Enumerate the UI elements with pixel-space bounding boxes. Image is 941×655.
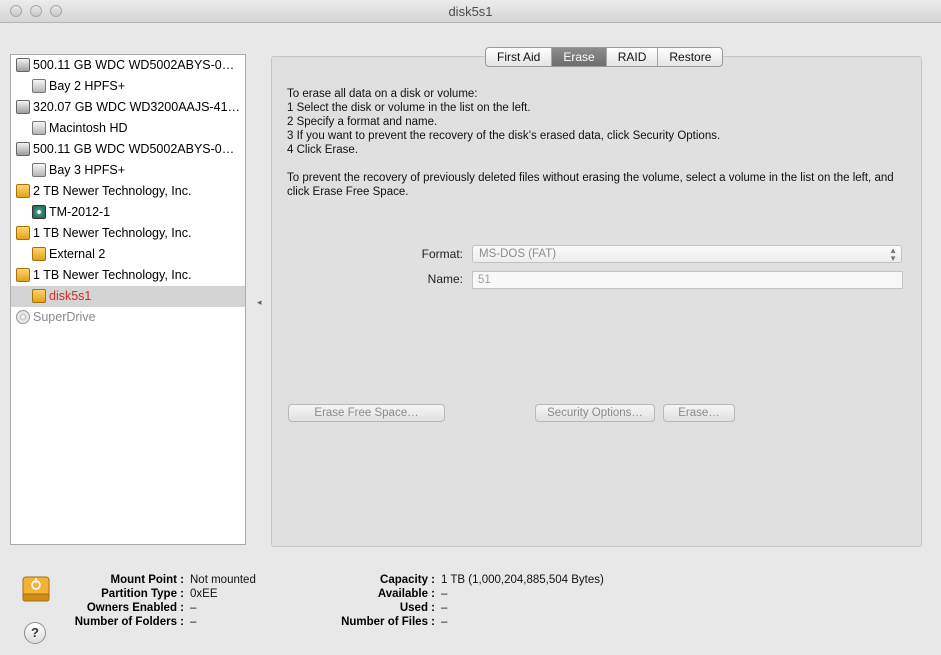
sidebar-item-external-2[interactable]: External 2 (11, 244, 245, 265)
name-field[interactable]: 51 (472, 271, 903, 289)
sidebar-item-label: 1 TB Newer Technology, Inc. (33, 226, 192, 240)
sidebar-item-disk-5[interactable]: 1 TB Newer Technology, Inc. (11, 223, 245, 244)
info-key: Capacity : (380, 574, 435, 586)
info-value: 1 TB (1,000,204,885,504 Bytes) (441, 574, 604, 586)
format-value: MS-DOS (FAT) (479, 248, 557, 260)
instruction-line: 2 Specify a format and name. (287, 116, 438, 128)
volume-icon (32, 121, 46, 135)
sidebar-item-label: Bay 2 HPFS+ (49, 79, 126, 93)
sidebar-item-label: External 2 (49, 247, 106, 261)
sidebar-item-label: disk5s1 (49, 289, 92, 303)
format-select[interactable]: MS-DOS (FAT) ▲ ▼ (472, 245, 902, 263)
external-disk-icon (16, 226, 30, 240)
device-list[interactable]: 500.11 GB WDC WD5002ABYS-0… Bay 2 HPFS+ … (10, 54, 246, 545)
info-value: 0xEE (190, 588, 218, 600)
tab-first-aid[interactable]: First Aid (486, 48, 553, 66)
info-key: Partition Type : (101, 588, 184, 600)
sidebar-item-disk-3[interactable]: 500.11 GB WDC WD5002ABYS-0… (11, 139, 245, 160)
info-key: Number of Folders : (74, 616, 184, 628)
sidebar-item-bay-2[interactable]: Bay 2 HPFS+ (11, 76, 245, 97)
info-key: Number of Files : (341, 616, 435, 628)
sidebar-item-disk5s1[interactable]: disk5s1 (11, 286, 245, 307)
info-key: Available : (377, 588, 435, 600)
split-view-handle[interactable]: ◂ (257, 297, 262, 308)
instruction-line: To erase all data on a disk or volume: (287, 88, 478, 100)
tab-erase[interactable]: Erase (552, 48, 607, 66)
info-value: – (441, 616, 448, 628)
instruction-line: 1 Select the disk or volume in the list … (287, 102, 531, 114)
sidebar-item-disk-6[interactable]: 1 TB Newer Technology, Inc. (11, 265, 245, 286)
sidebar-item-label: 500.11 GB WDC WD5002ABYS-0… (33, 142, 235, 156)
info-value: – (190, 602, 197, 614)
sidebar-item-disk-2[interactable]: 320.07 GB WDC WD3200AAJS-41… (11, 97, 245, 118)
title-bar: disk5s1 (0, 0, 941, 23)
sidebar-item-disk-4[interactable]: 2 TB Newer Technology, Inc. (11, 181, 245, 202)
optical-drive-icon (16, 310, 30, 324)
external-volume-icon (32, 247, 46, 261)
sidebar-item-superdrive[interactable]: SuperDrive (11, 307, 245, 328)
info-value: – (190, 616, 197, 628)
erase-instructions: To erase all data on a disk or volume: 1… (287, 87, 907, 199)
tab-raid[interactable]: RAID (607, 48, 659, 66)
info-value: Not mounted (190, 574, 256, 586)
external-disk-icon (16, 268, 30, 282)
internal-disk-icon (16, 142, 30, 156)
sidebar-item-label: 500.11 GB WDC WD5002ABYS-0… (33, 58, 235, 72)
volume-icon (32, 79, 46, 93)
time-machine-icon (32, 205, 46, 219)
updown-arrows-icon: ▲ ▼ (889, 246, 897, 263)
sidebar-item-disk-1[interactable]: 500.11 GB WDC WD5002ABYS-0… (11, 55, 245, 76)
tab-restore[interactable]: Restore (658, 48, 722, 66)
external-disk-icon (16, 184, 30, 198)
erase-free-space-button[interactable]: Erase Free Space… (288, 404, 445, 422)
sidebar-item-label: TM-2012-1 (49, 205, 111, 219)
sidebar-item-label: 320.07 GB WDC WD3200AAJS-41… (33, 100, 241, 114)
sidebar-item-label: Bay 3 HPFS+ (49, 163, 126, 177)
info-value: – (441, 588, 448, 600)
name-label: Name: (427, 272, 463, 286)
erase-button[interactable]: Erase… (663, 404, 735, 422)
sidebar-item-label: Macintosh HD (49, 121, 128, 135)
instruction-line: 4 Click Erase. (287, 144, 358, 156)
info-key: Used : (399, 602, 435, 614)
info-key: Owners Enabled : (86, 602, 184, 614)
sidebar-item-label: SuperDrive (33, 310, 96, 324)
external-volume-icon (32, 289, 46, 303)
help-button[interactable]: ? (24, 622, 46, 644)
internal-disk-icon (16, 58, 30, 72)
format-label: Format: (421, 247, 463, 261)
sidebar-item-label: 2 TB Newer Technology, Inc. (33, 184, 192, 198)
instruction-line: 3 If you want to prevent the recovery of… (287, 130, 721, 142)
sidebar-item-label: 1 TB Newer Technology, Inc. (33, 268, 192, 282)
info-value: – (441, 602, 448, 614)
free-space-note: To prevent the recovery of previously de… (287, 172, 894, 198)
sidebar-item-bay-3[interactable]: Bay 3 HPFS+ (11, 160, 245, 181)
sidebar-item-tm-2012-1[interactable]: TM-2012-1 (11, 202, 245, 223)
info-key: Mount Point : (110, 574, 184, 586)
sidebar-item-macintosh-hd[interactable]: Macintosh HD (11, 118, 245, 139)
window-title: disk5s1 (448, 4, 493, 19)
external-volume-icon (22, 576, 50, 602)
tab-bar: First Aid Erase RAID Restore (485, 47, 724, 67)
internal-disk-icon (16, 100, 30, 114)
security-options-button[interactable]: Security Options… (535, 404, 655, 422)
volume-icon (32, 163, 46, 177)
